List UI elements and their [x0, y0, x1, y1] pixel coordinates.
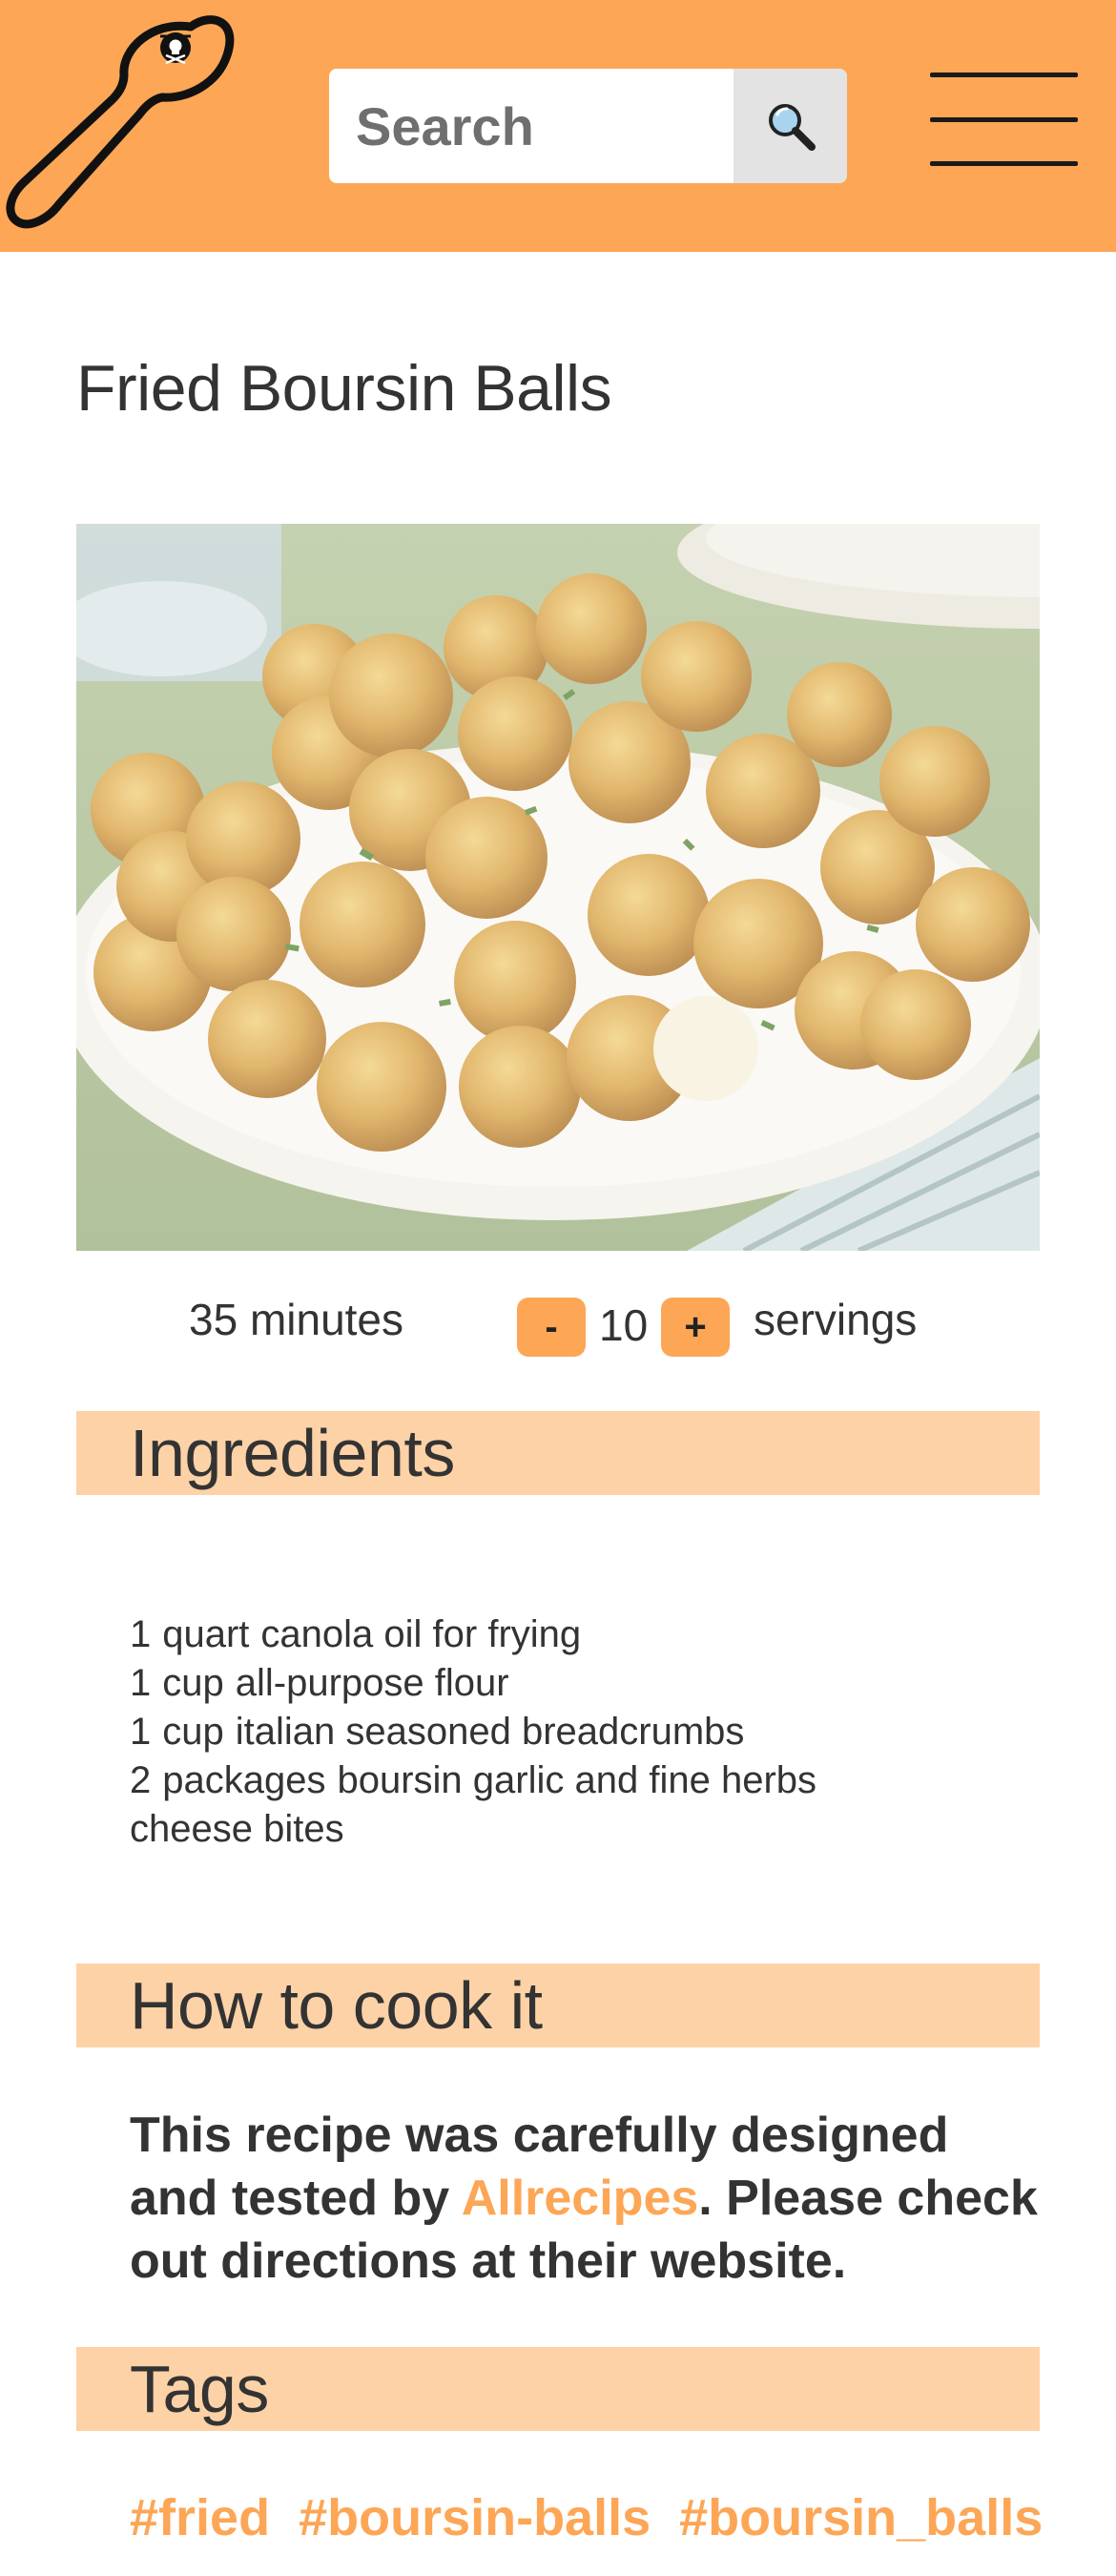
ingredient-item: 1 cup all-purpose flour — [130, 1659, 893, 1708]
increase-servings-button[interactable]: + — [661, 1298, 730, 1357]
ingredient-unit: cup — [162, 1711, 224, 1753]
ingredient-qty: 1 — [130, 1613, 152, 1655]
ingredients-heading: Ingredients — [130, 1416, 455, 1490]
cook-heading-bar: How to cook it — [76, 1963, 1040, 2047]
spoon-pirate-logo[interactable] — [0, 0, 238, 239]
search-button[interactable] — [734, 69, 847, 183]
tags-list: #fried #boursin-balls #boursin_balls — [130, 2488, 1043, 2547]
ingredients-list: 1 quart canola oil for frying 1 cup all-purp… — [130, 1610, 893, 1854]
cook-time: 35 minutes — [189, 1295, 404, 1344]
ingredients-heading-bar: Ingredients — [76, 1411, 1040, 1495]
ingredient-name: italian seasoned breadcrumbs — [235, 1711, 745, 1753]
tags-heading-bar: Tags — [76, 2347, 1040, 2431]
cook-instructions: This recipe was carefully designed and t… — [130, 2104, 1045, 2293]
ingredient-name: canola oil for frying — [260, 1613, 582, 1655]
tag-link[interactable]: #fried — [130, 2488, 270, 2547]
search-input[interactable] — [329, 69, 734, 183]
hamburger-menu-icon[interactable] — [930, 69, 1078, 170]
tag-link[interactable]: #boursin-balls — [299, 2488, 651, 2547]
ingredient-name: all-purpose flour — [235, 1662, 509, 1704]
search-bar — [329, 69, 847, 183]
allrecipes-link[interactable]: Allrecipes — [462, 2171, 699, 2226]
tag-link[interactable]: #boursin_balls — [679, 2488, 1043, 2547]
recipe-title: Fried Boursin Balls — [76, 352, 612, 425]
ingredient-qty: 1 — [130, 1662, 152, 1704]
ingredient-unit: packages — [162, 1759, 326, 1801]
tags-heading: Tags — [130, 2352, 269, 2426]
ingredient-unit: cup — [162, 1662, 224, 1704]
servings-label: servings — [754, 1295, 918, 1344]
ingredient-item: 1 quart canola oil for frying — [130, 1610, 893, 1659]
ingredient-item: 1 cup italian seasoned breadcrumbs — [130, 1708, 893, 1756]
ingredient-item: 2 packages boursin garlic and fine herbs c… — [130, 1756, 893, 1854]
cook-heading: How to cook it — [130, 1968, 543, 2043]
decrease-servings-button[interactable]: - — [517, 1298, 586, 1357]
top-bar — [0, 0, 1116, 252]
servings-count: 10 — [599, 1300, 649, 1350]
ingredient-qty: 1 — [130, 1711, 152, 1753]
recipe-photo — [76, 524, 1040, 1251]
ingredient-unit: quart — [162, 1613, 250, 1655]
ingredient-qty: 2 — [130, 1759, 152, 1801]
magnifier-icon — [768, 104, 816, 151]
